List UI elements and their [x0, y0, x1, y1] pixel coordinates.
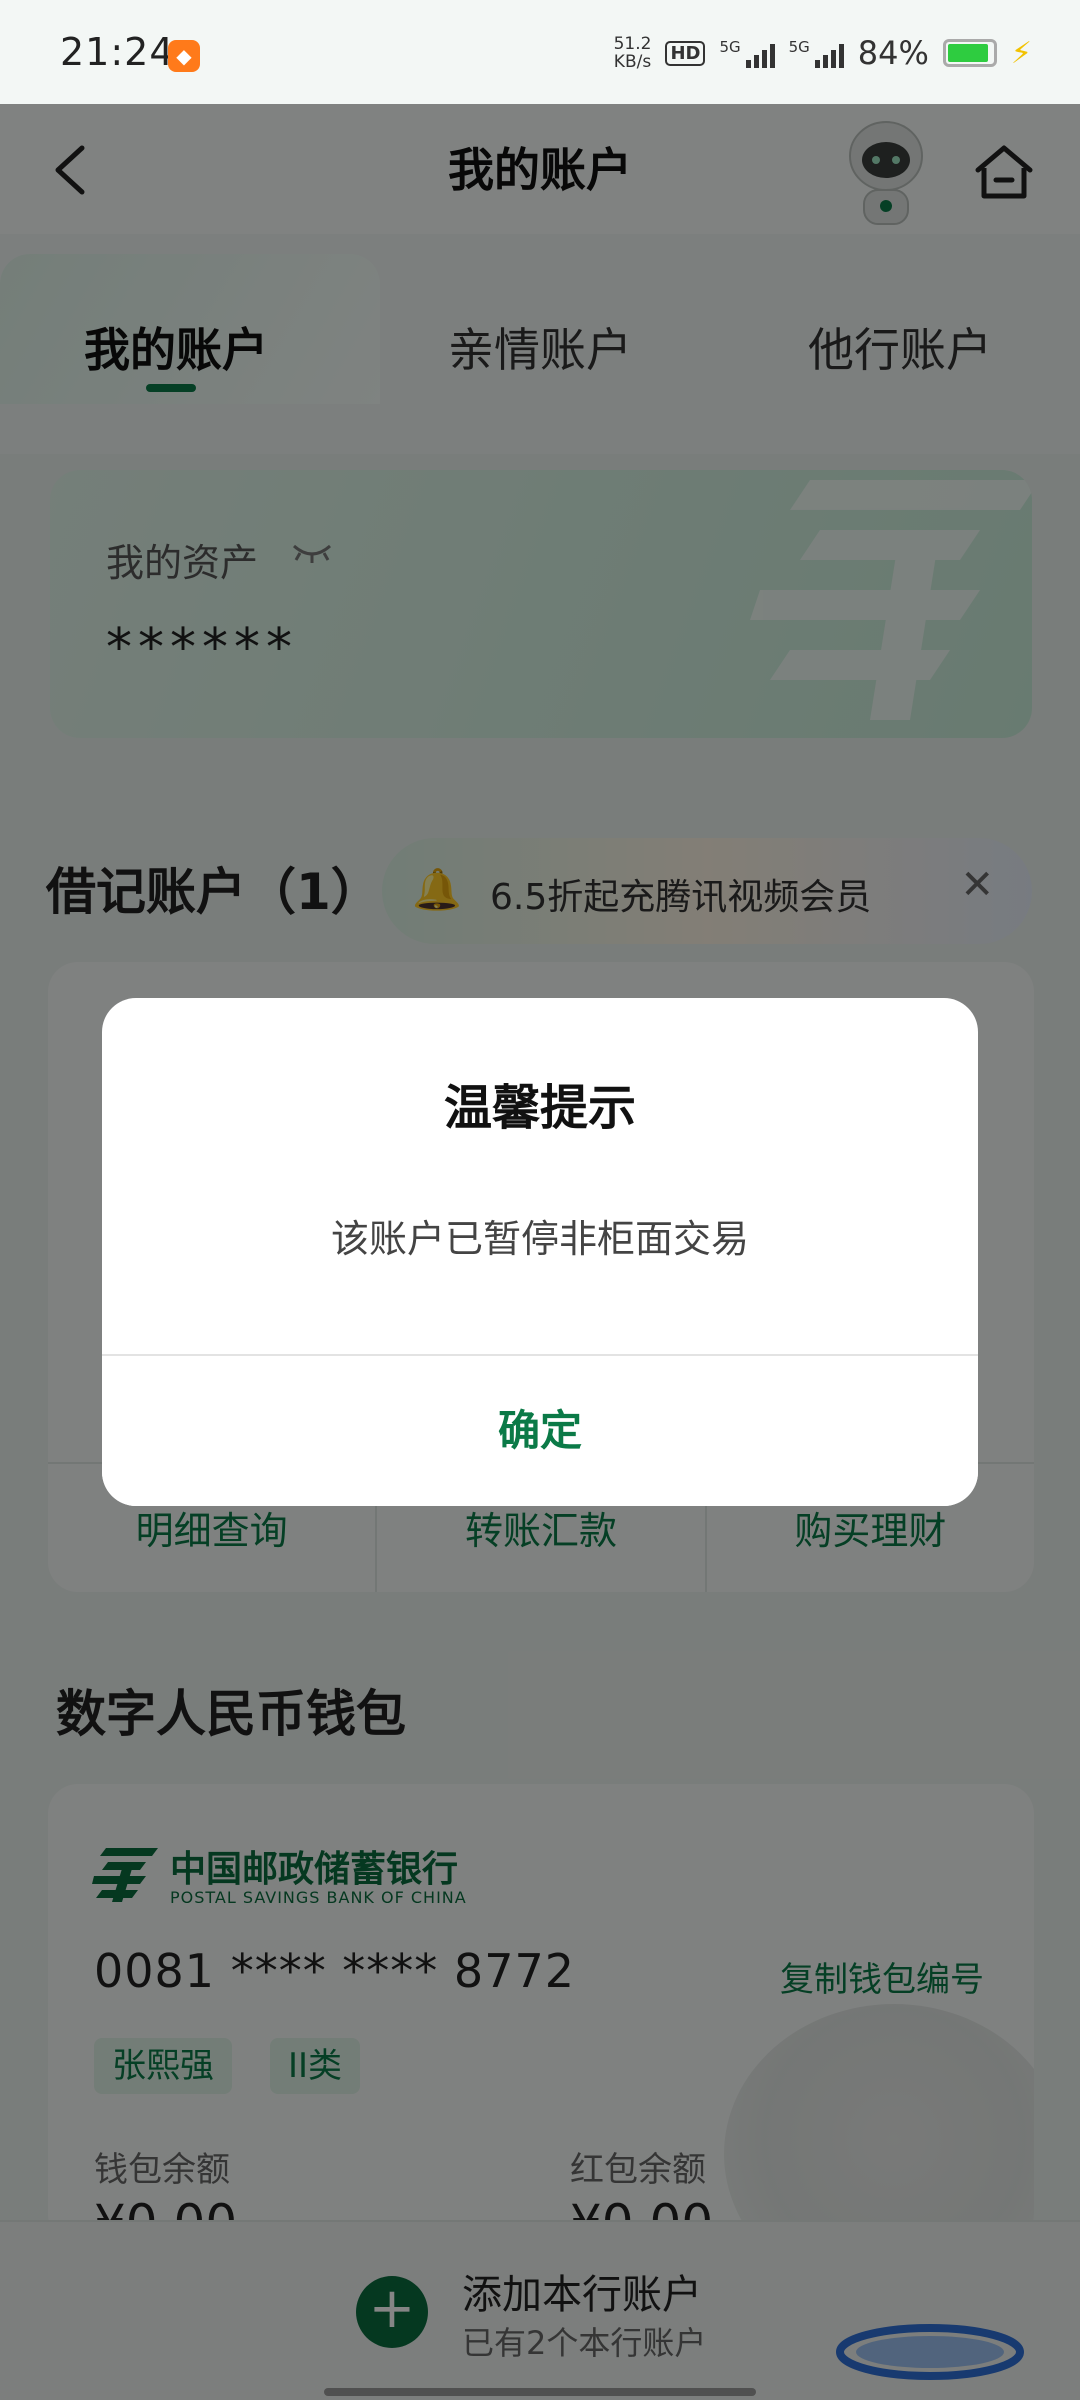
battery-percent: 84%: [857, 34, 929, 72]
dialog-message: 该账户已暂停非柜面交易: [330, 1217, 749, 1261]
hd-icon: HD: [665, 40, 706, 66]
status-bar: 21:24 ◆ 51.2 KB/s HD 5G 5G 84% ⚡: [0, 0, 1080, 104]
network-speed-unit: KB/s: [613, 52, 652, 72]
network-speed-value: 51.2: [613, 34, 652, 54]
status-time: 21:24: [60, 30, 175, 74]
alert-dialog: 温馨提示 该账户已暂停非柜面交易 确定: [102, 998, 978, 1506]
signal-icon-2: 5G: [789, 38, 844, 68]
signal-icon-1: 5G: [719, 38, 775, 68]
status-indicators: 51.2 KB/s HD 5G 5G 84% ⚡: [614, 34, 1032, 72]
confirm-button[interactable]: 确定: [102, 1356, 978, 1506]
signal-label-1: 5G: [719, 38, 741, 56]
battery-icon: [942, 39, 997, 67]
dialog-title: 温馨提示: [443, 1080, 636, 1136]
network-speed: 51.2 KB/s: [614, 35, 652, 71]
signal-label-2: 5G: [788, 38, 810, 56]
charging-icon: ⚡: [1010, 35, 1032, 71]
app-notification-icon: ◆: [168, 40, 200, 72]
